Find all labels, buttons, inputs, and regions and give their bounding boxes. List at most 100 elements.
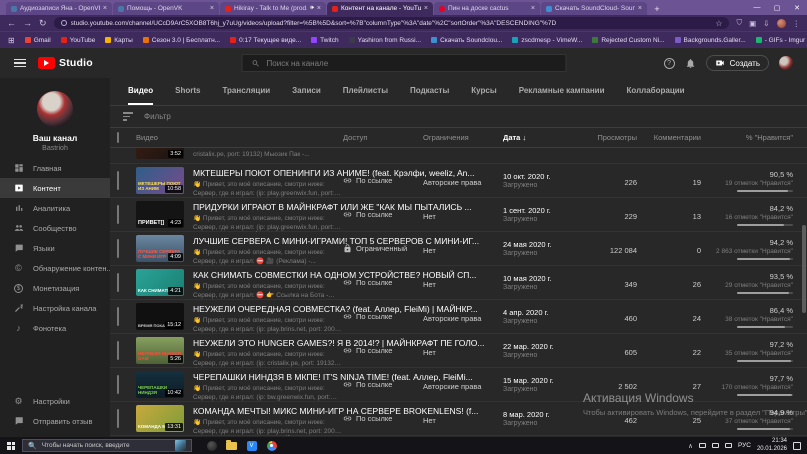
bookmark-video[interactable]: 0:17 Текущее виде... <box>230 37 301 44</box>
table-row[interactable]: КАК СНИМАТЬ4:21 КАК СНИМАТЬ СОВМЕСТКИ НА… <box>110 266 807 300</box>
header-restrictions[interactable]: Ограничения <box>423 133 503 142</box>
address-bar[interactable]: studio.youtube.com/channel/UCcD9ArC5XOB8… <box>54 17 730 29</box>
url-text[interactable]: studio.youtube.com/channel/UCcD9ArC5XOB8… <box>71 20 712 27</box>
create-button[interactable]: Создать <box>706 55 769 71</box>
scrollbar-thumb[interactable] <box>802 225 806 313</box>
menu-hamburger-icon[interactable] <box>14 59 26 68</box>
row-checkbox[interactable] <box>117 273 119 292</box>
maximize-button[interactable]: ▢ <box>767 0 787 15</box>
row-checkbox[interactable] <box>117 205 119 224</box>
tab-courses[interactable]: Курсы <box>471 78 496 105</box>
tab-close-icon[interactable]: × <box>317 5 321 12</box>
video-thumbnail[interactable]: НЕУЖЕЛИ HUNGER GAM5:26 <box>136 337 184 364</box>
tab-promotions[interactable]: Рекламные кампании <box>519 78 605 105</box>
search-input[interactable] <box>267 59 556 68</box>
header-likes[interactable]: % "Нравится" <box>701 133 793 142</box>
browser-tab-studio-active[interactable]: Контент на канале - YouTube × <box>327 2 433 15</box>
download-icon[interactable]: ⇩ <box>763 19 769 28</box>
tab-close-icon[interactable]: × <box>638 5 642 12</box>
extension-icon[interactable]: ▣ <box>749 19 756 28</box>
browser-tab-pinterest[interactable]: Пин на доске cactus × <box>434 2 540 15</box>
filter-bar[interactable]: Фильтр <box>110 106 807 128</box>
tab-close-icon[interactable]: × <box>210 5 214 12</box>
browser-tab-music[interactable]: Hikiray - Talk to Me (prod. 🕪 × <box>220 2 326 15</box>
header-views[interactable]: Просмотры <box>579 133 637 142</box>
volume-icon[interactable] <box>725 443 732 448</box>
row-checkbox[interactable] <box>117 171 119 190</box>
sidebar-item-subtitles[interactable]: Языки <box>0 238 110 258</box>
browser-tab-openvk-help[interactable]: Помощь - OpenVK × <box>113 2 219 15</box>
bookmark-yashiron[interactable]: Yashiron from Russi... <box>349 37 421 44</box>
browser-tab-soundcloud[interactable]: Скачать SoundCloud- SoundC × <box>541 2 647 15</box>
table-row[interactable]: МКТЕШЕРЫ ПОЮТ ИЗ АНИМ10:58 МКТЕШЕРЫ ПОЮТ… <box>110 164 807 198</box>
close-window-button[interactable]: ✕ <box>787 0 807 15</box>
sidebar-item-community[interactable]: Сообщество <box>0 218 110 238</box>
table-row[interactable]: ВРЕМЯ ПОКА ТЛЕЕТ15:12 НЕУЖЕЛИ ОЧЕРЕДНАЯ … <box>110 300 807 334</box>
file-explorer-icon[interactable] <box>226 440 237 451</box>
table-row[interactable]: ЛУЧШИЕ СЕРВЕРА С МИНИ ИГР4:09 ЛУЧШИЕ СЕР… <box>110 232 807 266</box>
row-checkbox[interactable] <box>117 341 119 360</box>
row-checkbox[interactable] <box>117 239 119 258</box>
language-indicator[interactable]: РУС <box>738 442 751 449</box>
channel-avatar[interactable] <box>37 91 73 127</box>
header-video[interactable]: Видео <box>136 133 343 142</box>
restriction-label[interactable]: Авторские права <box>423 178 481 187</box>
bookmark-maps[interactable]: Карты <box>105 37 133 44</box>
forward-icon[interactable]: → <box>23 19 32 28</box>
channel-search-box[interactable] <box>241 54 566 72</box>
table-row[interactable]: КОМАНДА МЕЧТ13:31 КОМАНДА МЕЧТЫ! МИКС МИ… <box>110 402 807 436</box>
row-checkbox[interactable] <box>117 307 119 326</box>
video-thumbnail[interactable]: ПРИВЕТ[]4:23 <box>136 201 184 228</box>
tab-close-icon[interactable]: × <box>531 5 535 12</box>
sidebar-item-customization[interactable]: Настройка канала <box>0 298 110 318</box>
tab-close-icon[interactable]: × <box>103 5 107 12</box>
battery-icon[interactable] <box>699 443 706 448</box>
restriction-label[interactable]: Нет <box>423 212 436 221</box>
restriction-label[interactable]: Нет <box>423 348 436 357</box>
table-row[interactable]: ЧЕРЕПАШКИ НИНДЗЯ10:42 ЧЕРЕПАШКИ НИНДЗЯ В… <box>110 368 807 402</box>
tab-audio-icon[interactable]: 🕪 <box>310 5 314 12</box>
select-all-checkbox[interactable] <box>117 132 119 143</box>
table-row-partial[interactable]: 3:52 cristalix.pe, port: 19132) Мьюзик П… <box>110 148 807 164</box>
help-icon[interactable]: ? <box>664 58 675 69</box>
start-button[interactable] <box>0 437 22 454</box>
bookmark-youtube[interactable]: YouTube <box>61 37 96 44</box>
tab-playlists[interactable]: Плейлисты <box>343 78 388 105</box>
sidebar-item-feedback[interactable]: Отправить отзыв <box>0 411 110 431</box>
bookmark-twitch[interactable]: Twitch <box>311 37 338 44</box>
tab-live[interactable]: Трансляции <box>222 78 270 105</box>
bookmark-gmail[interactable]: Gmail <box>25 37 51 44</box>
video-thumbnail[interactable]: 3:52 <box>136 148 184 159</box>
tab-podcasts[interactable]: Подкасты <box>410 78 449 105</box>
taskbar-search-input[interactable] <box>42 442 160 449</box>
restriction-label[interactable]: Нет <box>423 416 436 425</box>
apps-grid-icon[interactable]: ⊞ <box>8 36 15 45</box>
video-thumbnail[interactable]: ЧЕРЕПАШКИ НИНДЗЯ10:42 <box>136 371 184 398</box>
restriction-label[interactable]: Авторские права <box>423 314 481 323</box>
table-row[interactable]: ПРИВЕТ[]4:23 ПРИДУРКИ ИГРАЮТ В МАЙНКРАФТ… <box>110 198 807 232</box>
bookmark-season[interactable]: Сезон 3.0 | Бесплатн... <box>143 37 220 44</box>
sidebar-item-content[interactable]: Контент <box>0 178 110 198</box>
search-highlight-thumbnail[interactable] <box>175 440 186 451</box>
tab-videos[interactable]: Видео <box>128 78 153 105</box>
taskbar-search-box[interactable]: 🔍 <box>22 439 192 452</box>
video-thumbnail[interactable]: ЛУЧШИЕ СЕРВЕРА С МИНИ ИГР4:09 <box>136 235 184 262</box>
video-thumbnail[interactable]: МКТЕШЕРЫ ПОЮТ ИЗ АНИМ10:58 <box>136 167 184 194</box>
sidebar-item-audio-library[interactable]: ♪ Фонотека <box>0 318 110 338</box>
network-icon[interactable] <box>712 443 719 448</box>
taskbar-app-icon[interactable] <box>206 440 217 451</box>
minimize-button[interactable]: — <box>747 0 767 15</box>
bookmark-soundcloud-dl[interactable]: Скачать Soundclou... <box>431 37 502 44</box>
sidebar-item-settings[interactable]: ⚙ Настройки <box>0 391 110 411</box>
browser-tab-openvk-audio[interactable]: Аудиозаписи Яна - OpenVK × <box>6 2 112 15</box>
notifications-bell-icon[interactable] <box>685 58 696 69</box>
row-checkbox[interactable] <box>117 375 119 394</box>
tab-shorts[interactable]: Shorts <box>175 78 200 105</box>
restriction-label[interactable]: Нет <box>423 280 436 289</box>
tab-close-icon[interactable]: × <box>424 5 428 12</box>
account-avatar[interactable] <box>779 56 793 70</box>
reload-icon[interactable]: ↻ <box>39 19 47 28</box>
taskbar-clock[interactable]: 21:34 20.01.2026 <box>757 438 787 453</box>
table-row[interactable]: НЕУЖЕЛИ HUNGER GAM5:26 НЕУЖЕЛИ ЭТО HUNGE… <box>110 334 807 368</box>
notification-center-icon[interactable] <box>793 442 801 450</box>
